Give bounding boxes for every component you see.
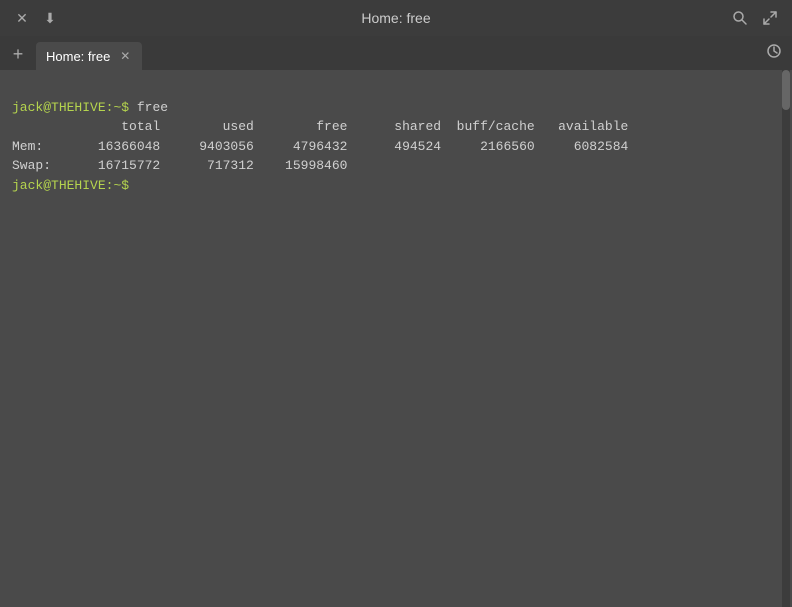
prompt2-user: jack	[12, 178, 43, 193]
tab-close-button[interactable]: ✕	[118, 49, 132, 63]
tab-home-free[interactable]: Home: free ✕	[36, 42, 142, 70]
terminal-body[interactable]: jack@THEHIVE:~$ free total used free sha…	[0, 70, 792, 607]
scrollbar-thumb[interactable]	[782, 70, 790, 110]
close-button[interactable]: ✕	[12, 8, 32, 28]
titlebar: ✕ ⬇ Home: free	[0, 0, 792, 36]
maximize-button[interactable]	[760, 8, 780, 28]
output-mem: Mem: 16366048 9403056 4796432 494524 216…	[12, 139, 628, 154]
tab-label: Home: free	[46, 49, 110, 64]
output-swap: Swap: 16715772 717312 15998460	[12, 158, 347, 173]
titlebar-right	[730, 8, 780, 28]
new-tab-button[interactable]: +	[4, 40, 32, 68]
prompt-line-1: jack@THEHIVE:~$ free	[12, 100, 168, 115]
prompt-user: jack	[12, 100, 43, 115]
prompt-line-2: jack@THEHIVE:~$	[12, 178, 137, 193]
prompt-host: THEHIVE	[51, 100, 106, 115]
history-button[interactable]	[766, 43, 782, 64]
prompt2-host: THEHIVE	[51, 178, 106, 193]
scrollbar[interactable]	[782, 70, 790, 607]
download-button[interactable]: ⬇	[40, 8, 60, 28]
window-title: Home: free	[361, 10, 430, 26]
search-button[interactable]	[730, 8, 750, 28]
terminal-content: jack@THEHIVE:~$ free total used free sha…	[12, 78, 780, 215]
tabbar: + Home: free ✕	[0, 36, 792, 70]
titlebar-left: ✕ ⬇	[12, 8, 60, 28]
terminal-window: ✕ ⬇ Home: free + Hom	[0, 0, 792, 607]
command-text: free	[129, 100, 168, 115]
output-header: total used free shared buff/cache availa…	[12, 119, 628, 134]
